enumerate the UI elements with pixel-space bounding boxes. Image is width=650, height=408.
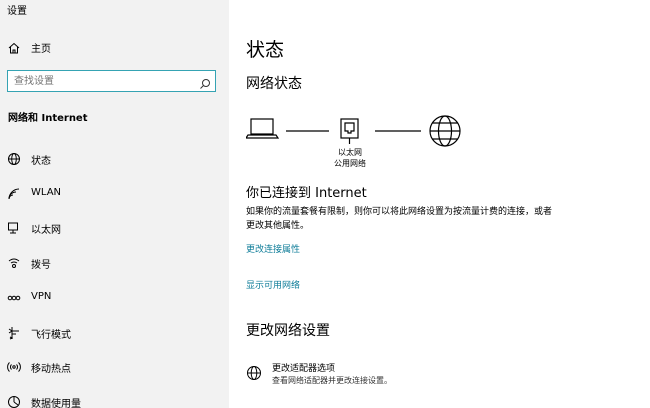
main-content: 状态 网络状态 以太网 公用网络 你已连接到 Internet 如果你的流量套餐…: [229, 0, 650, 408]
wifi-icon: [7, 186, 21, 200]
sidebar-item-vpn[interactable]: VPN: [0, 284, 229, 310]
search-icon[interactable]: [199, 75, 211, 89]
search-input[interactable]: [14, 74, 194, 88]
show-available-networks-link[interactable]: 显示可用网络: [246, 278, 300, 291]
ethernet-icon: [340, 118, 359, 144]
window-title: 设置: [7, 6, 27, 17]
globe-icon: [429, 115, 461, 147]
sidebar-item-ethernet[interactable]: 以太网: [0, 214, 229, 240]
sidebar-item-label: 移动热点: [31, 364, 71, 375]
vpn-icon: [7, 290, 21, 304]
change-network-settings-heading: 更改网络设置: [246, 323, 330, 339]
network-diagram-graphic: [244, 115, 461, 147]
section-title: 网络和 Internet: [8, 113, 88, 124]
sidebar-item-label: 数据使用量: [31, 399, 81, 408]
sidebar-item-dialup[interactable]: 拨号: [0, 249, 229, 275]
connection-status: 你已连接到 Internet: [246, 186, 367, 201]
network-status-heading: 网络状态: [246, 76, 302, 92]
laptop-icon: [244, 118, 280, 139]
sidebar-item-mobile-hotspot[interactable]: 移动热点: [0, 353, 229, 379]
sidebar-item-label: 拨号: [31, 260, 51, 271]
network-type: 公用网络: [334, 159, 366, 168]
adapter-option-title: 更改适配器选项: [272, 364, 336, 374]
dialup-icon: [7, 255, 21, 269]
network-diagram: 以太网 公用网络: [244, 110, 476, 180]
sidebar-item-status[interactable]: 状态: [0, 145, 229, 171]
adapter-name: 以太网: [338, 148, 362, 157]
airplane-icon: [7, 325, 21, 340]
data-usage-icon: [7, 394, 21, 408]
home-icon: [7, 40, 21, 54]
sidebar-item-label: 状态: [31, 156, 51, 167]
search-box[interactable]: [7, 70, 216, 92]
sidebar-item-label: 飞行模式: [31, 330, 71, 341]
sidebar-item-wlan[interactable]: WLAN: [0, 180, 229, 206]
connection-description: 如果你的流量套餐有限制，则你可以将此网络设置为按流量计费的连接，或者更改其他属性…: [246, 207, 553, 231]
change-adapter-options[interactable]: 更改适配器选项 查看网络适配器并更改连接设置。: [246, 361, 546, 391]
sidebar-item-data-usage[interactable]: 数据使用量: [0, 388, 229, 408]
sidebar: 设置 主页 网络和 Internet 状态 W: [0, 0, 229, 408]
sidebar-item-airplane-mode[interactable]: 飞行模式: [0, 319, 229, 345]
hotspot-icon: [7, 359, 21, 373]
sidebar-item-label: 主页: [31, 44, 51, 55]
change-connection-properties-link[interactable]: 更改连接属性: [246, 242, 300, 255]
page-title: 状态: [246, 39, 285, 61]
sidebar-item-label: 以太网: [31, 225, 61, 236]
ethernet-icon: [7, 220, 21, 234]
sidebar-item-label: VPN: [31, 291, 52, 302]
globe-icon: [7, 151, 21, 165]
adapter-option-subtitle: 查看网络适配器并更改连接设置。: [272, 376, 392, 385]
adapter-globe-icon: [246, 365, 262, 381]
sidebar-item-label: WLAN: [31, 187, 62, 198]
sidebar-item-home[interactable]: 主页: [0, 36, 229, 58]
